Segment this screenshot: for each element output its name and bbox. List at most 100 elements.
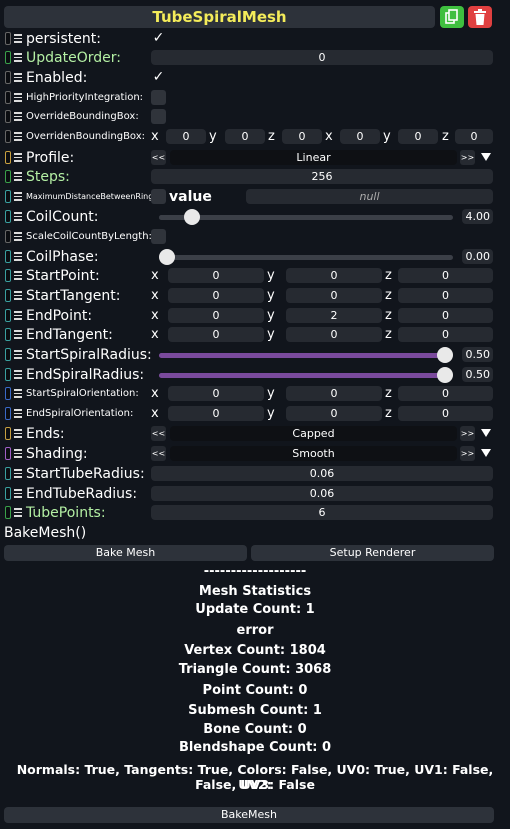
end-point-x[interactable]: 0 [168,308,264,323]
slider-handle[interactable] [437,347,453,363]
bake-mesh-button[interactable]: Bake Mesh [4,545,247,561]
shading-next-button[interactable]: >> [460,446,475,461]
start-point-y[interactable]: 0 [286,268,382,283]
copy-button[interactable] [440,6,464,28]
persistent-checkbox[interactable]: ✓ [151,31,166,46]
tube-points-field[interactable]: 6 [151,505,493,520]
drag-handle[interactable] [5,51,11,64]
end-tangent-z[interactable]: 0 [398,327,493,342]
drag-handle[interactable] [5,328,11,341]
menu-icon[interactable] [14,192,22,201]
menu-icon[interactable] [14,153,22,162]
start-point-x[interactable]: 0 [168,268,264,283]
profile-next-button[interactable]: >> [460,150,475,165]
drag-handle[interactable] [5,190,11,203]
start-tube-radius-field[interactable]: 0.06 [151,466,493,481]
start-orient-z[interactable]: 0 [398,386,493,401]
end-orient-z[interactable]: 0 [398,406,493,421]
max-distance-field[interactable]: null [246,189,493,204]
start-tangent-x[interactable]: 0 [168,288,264,303]
chevron-down-icon[interactable] [481,429,491,437]
shading-value[interactable]: Smooth [170,446,457,461]
drag-handle[interactable] [5,387,11,400]
drag-handle[interactable] [5,170,11,183]
menu-icon[interactable] [14,311,22,320]
bb-max-y-field[interactable]: 0 [398,129,438,144]
setup-renderer-button[interactable]: Setup Renderer [251,545,494,561]
end-orient-y[interactable]: 0 [286,406,382,421]
start-point-z[interactable]: 0 [398,268,493,283]
drag-handle[interactable] [5,210,11,223]
steps-field[interactable]: 256 [151,169,493,184]
end-point-z[interactable]: 0 [398,308,493,323]
menu-icon[interactable] [14,429,22,438]
drag-handle[interactable] [5,110,11,123]
end-tangent-x[interactable]: 0 [168,327,264,342]
menu-icon[interactable] [14,489,22,498]
bb-max-z-field[interactable]: 0 [455,129,493,144]
coil-phase-value[interactable]: 0.00 [462,249,493,264]
menu-icon[interactable] [14,271,22,280]
menu-icon[interactable] [14,232,22,241]
update-order-field[interactable]: 0 [151,50,493,65]
drag-handle[interactable] [5,289,11,302]
menu-icon[interactable] [14,93,22,102]
slider-handle[interactable] [184,209,200,225]
drag-handle[interactable] [5,250,11,263]
drag-handle[interactable] [5,487,11,500]
drag-handle[interactable] [5,130,11,143]
end-spiral-radius-value[interactable]: 0.50 [462,367,493,382]
drag-handle[interactable] [5,151,11,164]
start-spiral-radius-slider[interactable] [159,347,453,363]
menu-icon[interactable] [14,330,22,339]
menu-icon[interactable] [14,350,22,359]
bake-mesh-bottom-button[interactable]: BakeMesh [4,807,494,823]
menu-icon[interactable] [14,291,22,300]
ends-prev-button[interactable]: << [151,426,166,441]
start-tangent-z[interactable]: 0 [398,288,493,303]
drag-handle[interactable] [5,32,11,45]
menu-icon[interactable] [14,469,22,478]
coil-count-value[interactable]: 4.00 [462,209,493,224]
ends-value[interactable]: Capped [170,426,457,441]
menu-icon[interactable] [14,34,22,43]
start-spiral-radius-value[interactable]: 0.50 [462,347,493,362]
max-distance-toggle[interactable] [151,189,166,204]
enabled-checkbox[interactable]: ✓ [151,70,166,85]
coil-phase-slider[interactable] [159,249,453,265]
drag-handle[interactable] [5,368,11,381]
drag-handle[interactable] [5,71,11,84]
bb-min-x-field[interactable]: 0 [166,129,206,144]
chevron-down-icon[interactable] [481,153,491,161]
drag-handle[interactable] [5,467,11,480]
menu-icon[interactable] [14,508,22,517]
drag-handle[interactable] [5,427,11,440]
end-tube-radius-field[interactable]: 0.06 [151,486,493,501]
slider-handle[interactable] [159,249,175,265]
drag-handle[interactable] [5,348,11,361]
start-orient-y[interactable]: 0 [286,386,382,401]
menu-icon[interactable] [14,73,22,82]
chevron-down-icon[interactable] [481,449,491,457]
bb-min-y-field[interactable]: 0 [225,129,265,144]
menu-icon[interactable] [14,112,22,121]
drag-handle[interactable] [5,506,11,519]
bb-max-x-field[interactable]: 0 [340,129,380,144]
coil-count-slider[interactable] [159,209,453,225]
menu-icon[interactable] [14,53,22,62]
override-bb-checkbox[interactable] [151,109,166,124]
end-spiral-radius-slider[interactable] [159,367,453,383]
drag-handle[interactable] [5,230,11,243]
menu-icon[interactable] [14,132,22,141]
drag-handle[interactable] [5,447,11,460]
menu-icon[interactable] [14,370,22,379]
menu-icon[interactable] [14,212,22,221]
drag-handle[interactable] [5,91,11,104]
menu-icon[interactable] [14,409,22,418]
menu-icon[interactable] [14,172,22,181]
start-tangent-y[interactable]: 0 [286,288,382,303]
start-orient-x[interactable]: 0 [168,386,264,401]
menu-icon[interactable] [14,389,22,398]
shading-prev-button[interactable]: << [151,446,166,461]
profile-prev-button[interactable]: << [151,150,166,165]
